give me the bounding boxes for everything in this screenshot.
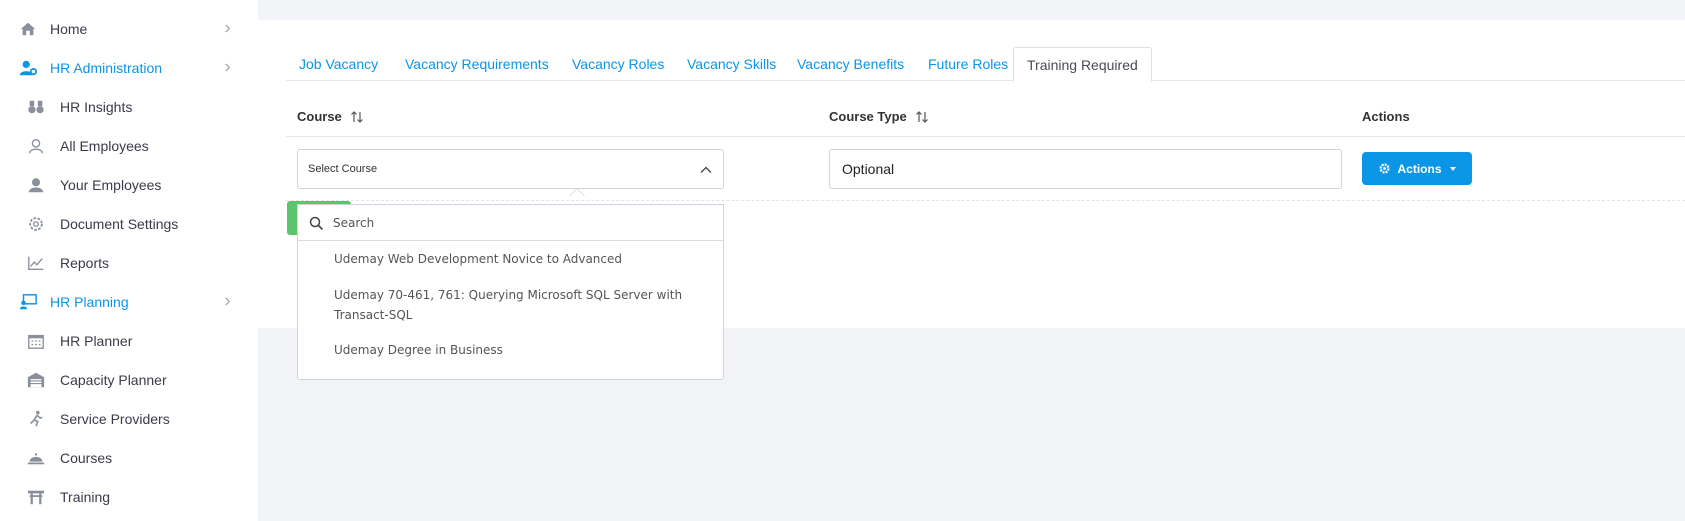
warehouse-icon [26, 370, 46, 390]
tab-vacancy-roles[interactable]: Vacancy Roles [559, 47, 677, 81]
calendar-icon [26, 331, 46, 351]
tab-job-vacancy[interactable]: Job Vacancy [286, 47, 391, 81]
caret-down-icon [1449, 166, 1456, 171]
column-header-label: Course [297, 109, 342, 124]
sidebar-item-label: HR Insights [60, 98, 133, 115]
sort-icon [350, 110, 363, 123]
course-dropdown: Udemay Web Development Novice to Advance… [297, 204, 724, 380]
dropdown-pointer [569, 188, 585, 196]
sidebar-item-all-employees[interactable]: All Employees [0, 126, 258, 165]
gear-icon [26, 214, 46, 234]
column-header-actions: Actions [1362, 109, 1410, 124]
sidebar-item-label: Courses [60, 449, 113, 466]
column-header-course-type[interactable]: Course Type [829, 109, 929, 124]
sidebar-item-your-employees[interactable]: Your Employees [0, 165, 258, 204]
user-solid-icon [26, 175, 46, 195]
column-header-label: Course Type [829, 109, 907, 124]
row-divider [286, 200, 1685, 201]
chevron-up-icon [700, 166, 712, 173]
sidebar-item-label: Home [50, 20, 88, 37]
user-outline-icon [26, 136, 46, 156]
dropdown-option[interactable]: Udemay 70-461, 761: Querying Microsoft S… [334, 285, 704, 325]
dropdown-option[interactable]: Udemay Web Development Novice to Advance… [334, 249, 704, 269]
sidebar-item-label: Reports [60, 254, 110, 271]
runner-icon [26, 409, 46, 429]
tab-vacancy-requirements[interactable]: Vacancy Requirements [392, 47, 562, 81]
course-select-value: Select Course [308, 163, 378, 175]
tab-vacancy-benefits[interactable]: Vacancy Benefits [784, 47, 917, 81]
binoculars-icon [26, 97, 46, 117]
presentation-user-icon [18, 292, 38, 312]
sidebar-item-service-providers[interactable]: Service Providers [0, 399, 258, 438]
sidebar-item-training[interactable]: Training [0, 477, 258, 516]
sidebar-item-hr-planning[interactable]: HR Planning [0, 282, 258, 321]
sidebar-item-label: Document Settings [60, 215, 179, 232]
sidebar-item-label: Training [60, 488, 111, 505]
sidebar-item-hr-planner[interactable]: HR Planner [0, 321, 258, 360]
dropdown-search [298, 205, 723, 241]
sidebar-item-label: HR Administration [50, 59, 163, 76]
chevron-right-icon [222, 297, 232, 307]
sidebar-item-courses[interactable]: Courses [0, 438, 258, 477]
course-type-field[interactable]: Optional [829, 149, 1342, 189]
sidebar-item-capacity-planner[interactable]: Capacity Planner [0, 360, 258, 399]
tab-bar: Job Vacancy Vacancy Requirements Vacancy… [286, 47, 1685, 82]
header-divider [286, 136, 1685, 137]
sidebar-item-reports[interactable]: Reports [0, 243, 258, 282]
course-type-value: Optional [842, 161, 895, 177]
home-icon [18, 19, 38, 39]
sidebar: Home HR Administration HR Insights All E… [0, 0, 258, 521]
tab-training-required[interactable]: Training Required [1013, 47, 1152, 82]
sidebar-item-label: HR Planning [50, 293, 129, 310]
actions-button[interactable]: Actions [1362, 152, 1472, 185]
course-select[interactable]: Select Course [297, 149, 724, 189]
sidebar-item-home[interactable]: Home [0, 9, 258, 48]
gear-icon [1379, 163, 1391, 174]
sidebar-item-document-settings[interactable]: Document Settings [0, 204, 258, 243]
sidebar-item-label: All Employees [60, 137, 149, 154]
column-header-label: Actions [1362, 109, 1410, 124]
search-icon [309, 216, 324, 231]
chevron-right-icon [222, 63, 232, 73]
search-input[interactable] [333, 211, 703, 235]
actions-button-label: Actions [1397, 161, 1442, 176]
sidebar-item-hr-administration[interactable]: HR Administration [0, 48, 258, 87]
tab-vacancy-skills[interactable]: Vacancy Skills [674, 47, 789, 81]
sidebar-item-label: HR Planner [60, 332, 133, 349]
tab-future-roles[interactable]: Future Roles [915, 47, 1021, 81]
dropdown-option[interactable]: Udemay Degree in Business [334, 340, 704, 360]
user-gear-icon [18, 58, 38, 78]
sidebar-item-label: Your Employees [60, 176, 162, 193]
top-bar [258, 0, 1685, 20]
sort-icon [915, 110, 928, 123]
chevron-right-icon [222, 24, 232, 34]
sidebar-item-label: Capacity Planner [60, 371, 167, 388]
torii-icon [26, 487, 46, 507]
column-header-course[interactable]: Course [297, 109, 364, 124]
sidebar-item-label: Service Providers [60, 410, 170, 427]
chart-line-icon [26, 253, 46, 273]
cloche-icon [26, 448, 46, 468]
sidebar-item-hr-insights[interactable]: HR Insights [0, 87, 258, 126]
